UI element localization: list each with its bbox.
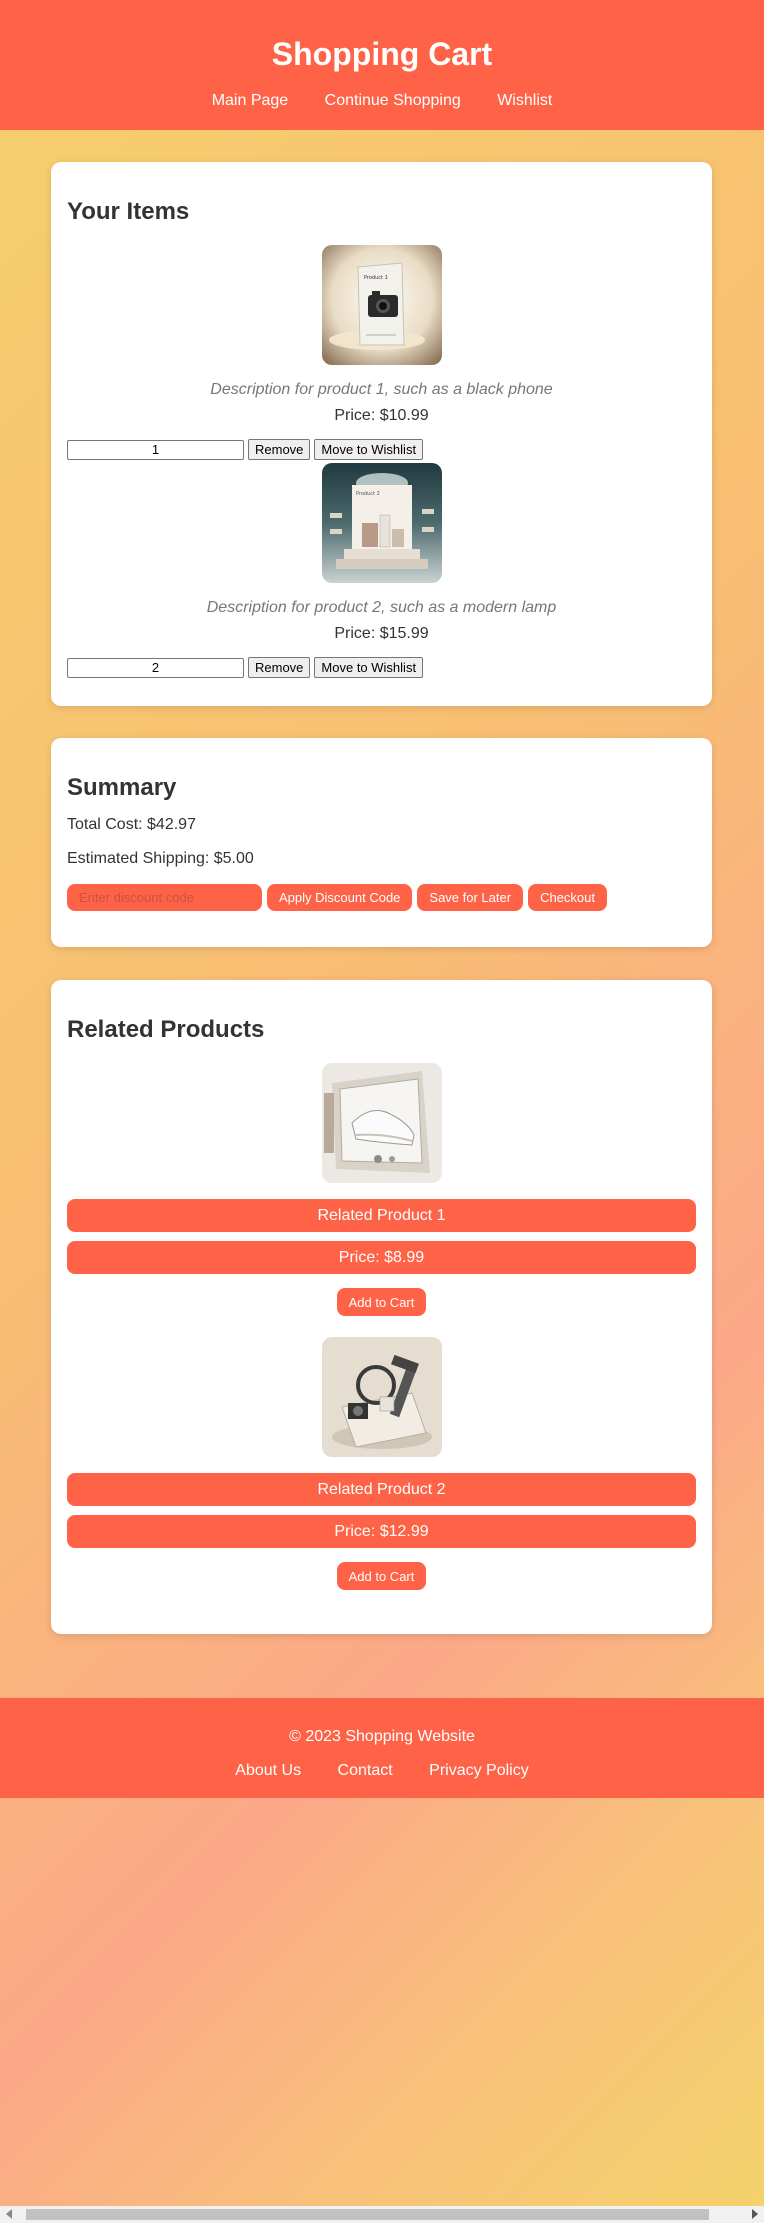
footer-link-privacy-policy[interactable]: Privacy Policy: [429, 1762, 529, 1779]
item-controls: Remove Move to Wishlist: [67, 439, 696, 460]
remove-button[interactable]: Remove: [248, 439, 311, 460]
product-image-label: Product 2: [356, 491, 380, 497]
footer-link-contact[interactable]: Contact: [338, 1762, 393, 1779]
add-to-cart-button[interactable]: Add to Cart: [336, 1288, 427, 1316]
related-product-price: Price: $8.99: [67, 1241, 696, 1274]
summary-section: Summary Total Cost: $42.97 Estimated Shi…: [51, 738, 712, 947]
product-image-label: Product 1: [364, 275, 388, 281]
site-footer: © 2023 Shopping Website About Us Contact…: [0, 1698, 764, 1798]
related-heading: Related Products: [67, 1016, 265, 1043]
copyright-text: © 2023 Shopping Website: [289, 1728, 475, 1745]
product-image: Product 2: [321, 463, 442, 583]
related-product-image: [321, 1063, 442, 1183]
scroll-right-arrow-icon[interactable]: [752, 2209, 758, 2219]
add-to-cart-button[interactable]: Add to Cart: [336, 1562, 427, 1590]
footer-links: About Us Contact Privacy Policy: [0, 1762, 764, 1780]
related-product-price: Price: $12.99: [67, 1515, 696, 1548]
related-products-section: Related Products Related Product 1 Price…: [51, 980, 712, 1634]
discount-code-input[interactable]: [67, 884, 262, 911]
related-product-name: Related Product 1: [67, 1199, 696, 1232]
cart-heading: Your Items: [67, 198, 190, 225]
move-to-wishlist-button[interactable]: Move to Wishlist: [314, 439, 424, 460]
item-description: Description for product 1, such as a bla…: [210, 381, 553, 398]
cart-item: Product 1 Description for product 1, suc…: [67, 245, 696, 460]
checkout-button[interactable]: Checkout: [528, 884, 607, 911]
nav-link-wishlist[interactable]: Wishlist: [497, 92, 552, 109]
remove-button[interactable]: Remove: [248, 657, 311, 678]
footer-link-about-us[interactable]: About Us: [235, 1762, 301, 1779]
quantity-input[interactable]: [67, 657, 244, 678]
nav-link-continue-shopping[interactable]: Continue Shopping: [325, 92, 461, 109]
save-for-later-button[interactable]: Save for Later: [417, 884, 524, 911]
scroll-left-arrow-icon[interactable]: [6, 2209, 12, 2219]
item-description: Description for product 2, such as a mod…: [206, 599, 557, 616]
item-price: Price: $10.99: [334, 407, 429, 424]
quantity-input[interactable]: [67, 439, 244, 460]
related-product-image: [321, 1337, 442, 1457]
page-title: Shopping Cart: [271, 36, 493, 72]
apply-discount-button[interactable]: Apply Discount Code: [267, 884, 413, 911]
item-controls: Remove Move to Wishlist: [67, 657, 696, 678]
horizontal-scrollbar[interactable]: [0, 2206, 764, 2223]
scrollbar-thumb[interactable]: [26, 2209, 709, 2220]
header-nav: Main Page Continue Shopping Wishlist: [0, 92, 764, 110]
estimated-shipping: Estimated Shipping: $5.00: [67, 850, 254, 867]
nav-link-main-page[interactable]: Main Page: [212, 92, 289, 109]
summary-actions: Apply Discount Code Save for Later Check…: [67, 884, 696, 911]
related-product-name: Related Product 2: [67, 1473, 696, 1506]
related-product: Related Product 1 Price: $8.99 Add to Ca…: [67, 1063, 696, 1316]
total-cost: Total Cost: $42.97: [67, 816, 196, 833]
site-header: Shopping Cart Main Page Continue Shoppin…: [0, 0, 764, 130]
item-price: Price: $15.99: [334, 625, 429, 642]
cart-item: Product 2 Description for product 2, suc…: [67, 463, 696, 678]
related-product: Related Product 2 Price: $12.99 Add to C…: [67, 1337, 696, 1590]
cart-section: Your Items Product 1 Description for pro…: [51, 162, 712, 706]
summary-heading: Summary: [67, 774, 177, 801]
move-to-wishlist-button[interactable]: Move to Wishlist: [314, 657, 424, 678]
product-image: Product 1: [321, 245, 442, 365]
